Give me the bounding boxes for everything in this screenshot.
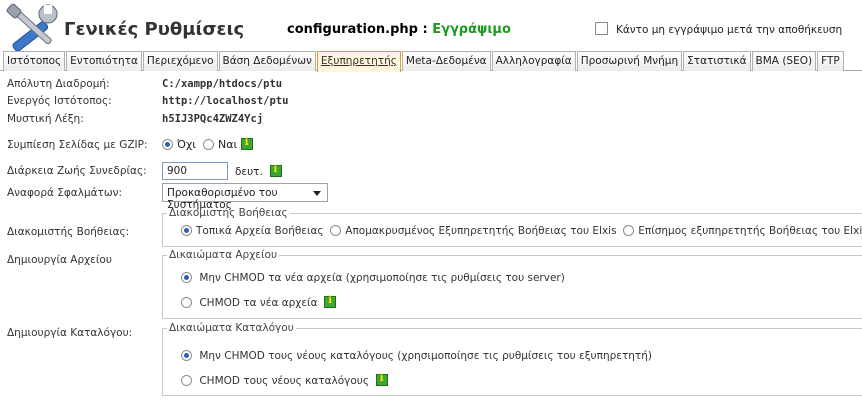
file-no-chmod-label: Μην CHMOD τα νέα αρχεία (χρησιμοποίησε τ… [199, 272, 565, 284]
error-reporting-label: Αναφορά Σφαλμάτων: [7, 187, 123, 199]
absolute-path-label: Απόλυτη Διαδρομή: [7, 78, 110, 90]
tab-mail[interactable]: Αλληλογραφία [491, 51, 576, 71]
help-remote-label: Απομακρυσμένος Εξυπηρετητής Βοήθειας του… [345, 225, 617, 237]
tab-label: Εξυπηρετητής [320, 55, 397, 67]
page-title: Γενικές Ρυθμίσεις [64, 19, 245, 40]
dir-chmod-off-option: Μην CHMOD τους νέους καταλόγους (χρησιμο… [181, 350, 652, 362]
dir-chmod-label: CHMOD τους νέους καταλόγους [199, 375, 370, 387]
gzip-yes-label: Ναι [218, 138, 238, 151]
help-server-label: Διακομιστής Βοήθειας: [7, 226, 130, 238]
settings-tabs: Ιστότοπος Εντοπιότητα Περιεχόμενο Βάση Δ… [0, 51, 862, 72]
info-icon[interactable] [324, 295, 337, 308]
help-official-radio[interactable] [623, 225, 635, 236]
make-unwritable-checkbox[interactable] [595, 22, 608, 35]
config-file-name: configuration.php [287, 22, 418, 37]
tab-locale[interactable]: Εντοπιότητα [66, 51, 142, 71]
session-lifetime-input[interactable]: 900 [162, 162, 228, 180]
session-label: Διάρκεια Ζωής Συνεδρίας: [7, 165, 147, 177]
tab-ftp[interactable]: FTP [817, 51, 844, 71]
help-official-label: Επίσημος εξυπηρετητής Βοήθειας του Elxis [638, 225, 862, 237]
absolute-path-value: C:/xampp/htdocs/ptu [162, 78, 283, 90]
help-remote-radio[interactable] [330, 225, 342, 236]
file-no-chmod-radio[interactable] [181, 272, 192, 283]
config-file-separator: : [417, 22, 433, 37]
file-permissions-legend: Δικαιώματα Αρχείου [169, 249, 278, 261]
error-reporting-select[interactable]: Προκαθορισμένο του Συστήματος [162, 183, 328, 211]
dir-no-chmod-label: Μην CHMOD τους νέους καταλόγους (χρησιμο… [199, 350, 653, 362]
site-url-value: http://localhost/ptu [162, 95, 289, 107]
tab-statistics[interactable]: Στατιστικά [683, 51, 751, 71]
dir-creation-label: Δημιουργία Καταλόγου: [7, 327, 133, 339]
site-url-label: Ενεργός Ιστότοπος: [7, 95, 112, 107]
tab-database[interactable]: Βάση Δεδομένων [218, 51, 316, 71]
tab-content[interactable]: Περιεχόμενο [142, 51, 218, 71]
help-server-legend: Διακομιστής Βοήθειας [169, 207, 288, 219]
gzip-yes-radio[interactable] [203, 139, 215, 150]
tab-label: Ιστότοπος [7, 55, 62, 67]
tab-site[interactable]: Ιστότοπος [3, 51, 66, 71]
file-chmod-off-option: Μην CHMOD τα νέα αρχεία (χρησιμοποίησε τ… [181, 272, 565, 284]
help-server-options: Τοπικά Αρχεία Βοήθειας Απομακρυσμένος Εξ… [181, 225, 862, 237]
tab-label: FTP [821, 55, 840, 67]
dir-chmod-on-option: CHMOD τους νέους καταλόγους [181, 373, 388, 387]
tab-label: ΒΜΑ (SEO) [755, 55, 813, 67]
make-unwritable-label: Κάντο μη εγγράψιμο μετά την αποθήκευση [616, 24, 843, 36]
file-chmod-on-option: CHMOD τα νέα αρχεία [181, 295, 337, 309]
tab-label: Στατιστικά [687, 55, 747, 67]
tab-label: Βάση Δεδομένων [222, 55, 312, 67]
gzip-no-label: Όχι [177, 138, 197, 151]
dir-permissions-legend: Δικαιώματα Καταλόγου [169, 322, 294, 334]
gzip-label: Συμπίεση Σελίδας με GZIP: [7, 139, 148, 151]
page-header: Γενικές Ρυθμίσεις configuration.php : Εγ… [0, 0, 862, 52]
tab-label: Αλληλογραφία [495, 55, 572, 67]
secret-label: Μυστική Λέξη: [7, 113, 84, 125]
info-icon[interactable] [269, 164, 282, 177]
tab-label: Meta-Δεδομένα [405, 55, 487, 67]
gzip-options: Όχι Ναι [162, 137, 253, 151]
info-icon[interactable] [240, 137, 253, 150]
secret-value: h5IJ3PQc4ZWZ4Ycj [162, 113, 264, 125]
tab-label: Εντοπιότητα [70, 55, 138, 67]
file-chmod-label: CHMOD τα νέα αρχεία [199, 297, 318, 309]
info-icon[interactable] [375, 373, 388, 386]
config-file-status: configuration.php : Εγγράψιμο [287, 22, 511, 37]
tab-cache[interactable]: Προσωρινή Μνήμη [576, 51, 683, 71]
tab-metadata[interactable]: Meta-Δεδομένα [401, 51, 491, 71]
tools-icon [6, 3, 58, 52]
session-unit: δευτ. [235, 166, 263, 178]
tab-label: Περιεχόμενο [146, 55, 214, 67]
dir-no-chmod-radio[interactable] [181, 350, 192, 361]
tab-server[interactable]: Εξυπηρετητής [316, 51, 401, 72]
file-creation-label: Δημιουργία Αρχείου [7, 254, 112, 266]
tab-label: Προσωρινή Μνήμη [580, 55, 679, 67]
chevron-down-icon [313, 191, 321, 196]
file-chmod-radio[interactable] [181, 297, 192, 308]
gzip-no-radio[interactable] [162, 139, 173, 150]
writable-status: Εγγράψιμο [432, 22, 511, 37]
dir-chmod-radio[interactable] [181, 375, 192, 386]
help-local-radio[interactable] [181, 225, 192, 236]
session-unit-row: δευτ. [235, 164, 282, 178]
tab-seo[interactable]: ΒΜΑ (SEO) [751, 51, 817, 71]
help-local-label: Τοπικά Αρχεία Βοήθειας [196, 225, 324, 237]
